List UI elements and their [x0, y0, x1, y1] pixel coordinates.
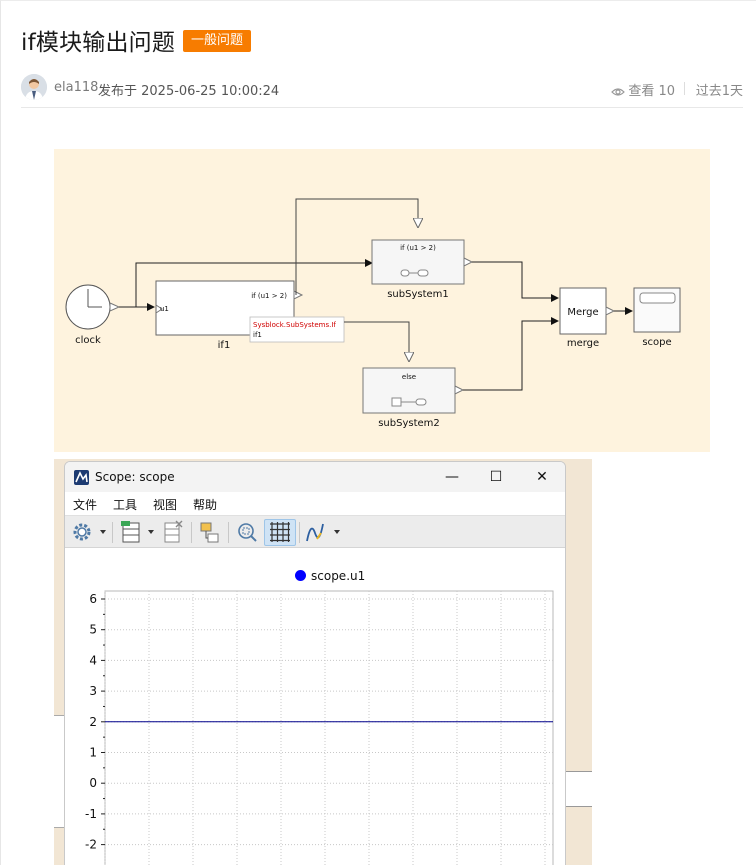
signal-style-button[interactable]: [304, 519, 346, 546]
if-input-port-label: u1: [160, 305, 169, 313]
line-chart: 6 5 4 3 2 1 0 -1 -2: [85, 590, 554, 865]
toolbar-separator: [112, 522, 113, 543]
connect-signal-icon: [200, 522, 219, 543]
add-subplot-icon: [121, 521, 154, 543]
y-tick-label: 3: [89, 684, 97, 698]
maximize-button[interactable]: ☐: [481, 466, 511, 488]
scope-window: Scope: scope — ☐ ✕ 文件 工具 视图 帮助 scope.u1 …: [64, 461, 566, 865]
remove-subplot-button[interactable]: [159, 519, 187, 546]
zoom-fit-button[interactable]: [233, 519, 261, 546]
tooltip-path: Sysblock.SubSystems.If: [253, 321, 336, 329]
scope-titlebar[interactable]: Scope: scope — ☐ ✕: [65, 462, 565, 492]
author-name[interactable]: ela118: [54, 80, 98, 95]
meta-divider: [684, 82, 685, 95]
y-tick-label: 5: [89, 623, 97, 637]
merge-label: merge: [567, 338, 599, 349]
scope-label: scope: [642, 337, 671, 348]
y-tick-label: 1: [89, 746, 97, 760]
y-tick-label: 6: [89, 592, 97, 606]
menu-help[interactable]: 帮助: [193, 496, 217, 513]
y-tick-label: 2: [89, 715, 97, 729]
background-window-edge: [54, 715, 64, 828]
add-subplot-button[interactable]: [117, 519, 157, 546]
window-title: Scope: scope: [95, 470, 175, 484]
signal-style-icon: [306, 523, 340, 542]
view-count-text: 查看 10: [628, 84, 675, 99]
clock-block[interactable]: [65, 284, 121, 330]
toolbar-separator: [191, 522, 192, 543]
connect-signal-button[interactable]: [196, 519, 224, 546]
y-tick-label: -2: [85, 838, 97, 852]
if-block-label: if1: [218, 340, 231, 351]
simulink-model-image: clock u1 if (u1 > 2) if1 if (u1 > 2) sub…: [54, 149, 710, 452]
gear-icon: [73, 523, 106, 541]
subsystem1-label: subSystem1: [387, 289, 449, 300]
menu-tools[interactable]: 工具: [113, 496, 137, 513]
subsystem2-label: subSystem2: [378, 418, 440, 429]
zoom-fit-icon: [238, 523, 257, 542]
header-divider: [21, 107, 743, 108]
plot-frame: [104, 590, 554, 865]
subsystem1-condition: if (u1 > 2): [400, 244, 436, 252]
grid-icon: [270, 522, 290, 542]
minimize-button[interactable]: —: [437, 466, 467, 488]
publish-time: 发布于 2025-06-25 10:00:24: [98, 84, 280, 99]
toolbar-separator: [299, 522, 300, 543]
y-tick-label: 4: [89, 653, 97, 667]
post-title: if模块输出问题: [21, 30, 176, 56]
y-tick-label: -1: [85, 807, 97, 821]
post-meta: ela118 发布于 2025-06-25 10:00:24 查看 10 过去1…: [21, 74, 743, 104]
tooltip-name: if1: [253, 331, 262, 339]
toolbar: [65, 515, 565, 548]
if-condition-label: if (u1 > 2): [251, 292, 287, 300]
view-count: 查看 10: [611, 80, 675, 99]
y-tick-label: 0: [89, 776, 97, 790]
settings-button[interactable]: [69, 519, 109, 546]
clock-label: clock: [75, 335, 101, 346]
relative-time: 过去1天: [695, 84, 743, 99]
remove-subplot-icon: [164, 520, 183, 543]
plot-area[interactable]: scope.u1 6 5 4 3 2 1 0 -1 -2: [65, 549, 565, 865]
menu-file[interactable]: 文件: [73, 496, 97, 513]
avatar[interactable]: [21, 74, 47, 100]
subsystem2-condition: else: [402, 373, 416, 381]
background-window-edge: [566, 771, 592, 807]
merge-inner-label: Merge: [567, 307, 598, 318]
forum-post: if模块输出问题 一般问题 ela118 发布于 2025-06-25 10:0…: [0, 0, 756, 865]
eye-icon: [611, 88, 626, 96]
menu-view[interactable]: 视图: [153, 496, 177, 513]
grid-toggle-button[interactable]: [264, 519, 296, 546]
toolbar-separator: [228, 522, 229, 543]
menu-bar: 文件 工具 视图 帮助: [65, 492, 565, 514]
app-logo-icon: [74, 470, 89, 485]
category-tag[interactable]: 一般问题: [183, 30, 252, 52]
close-button[interactable]: ✕: [527, 466, 557, 488]
scope-block[interactable]: [633, 287, 681, 333]
